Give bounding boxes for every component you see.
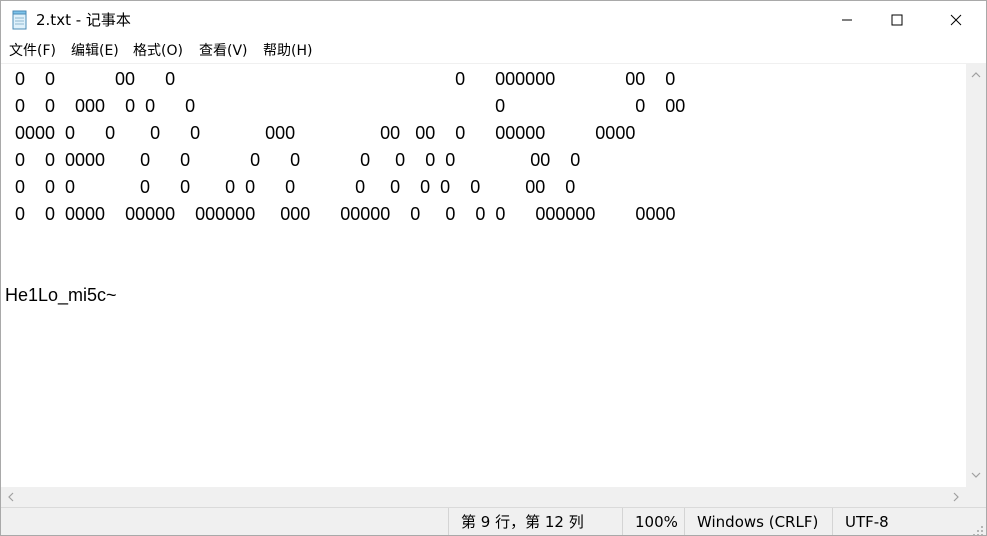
cursor-position: 第 9 行，第 12 列 bbox=[448, 508, 622, 535]
minimize-button[interactable] bbox=[824, 1, 870, 39]
vertical-scrollbar[interactable] bbox=[966, 63, 986, 487]
menu-help[interactable]: 帮助(H) bbox=[263, 41, 312, 61]
editor-line: 0 0 000 0 0 0 0 0 00 bbox=[5, 96, 686, 116]
scroll-up-icon[interactable] bbox=[966, 65, 986, 85]
title-bar[interactable]: 2.txt - 记事本 bbox=[1, 1, 986, 39]
minimize-icon bbox=[841, 11, 853, 30]
scroll-left-icon[interactable] bbox=[1, 487, 21, 507]
menu-edit[interactable]: 编辑(E) bbox=[71, 41, 119, 61]
menu-view[interactable]: 查看(V) bbox=[199, 41, 248, 61]
horizontal-scrollbar[interactable] bbox=[1, 487, 966, 507]
editor-line: 0 0 0000 00000 000000 000 00000 0 0 0 0 … bbox=[5, 204, 676, 224]
close-icon bbox=[950, 11, 962, 30]
window-title: 2.txt - 记事本 bbox=[36, 11, 131, 29]
menu-bar: 文件(F) 编辑(E) 格式(O) 查看(V) 帮助(H) bbox=[1, 39, 986, 63]
zoom-level: 100% bbox=[622, 508, 684, 535]
scrollbar-corner bbox=[966, 487, 986, 507]
text-editor[interactable]: 0 0 00 0 0 000000 00 0 0 0 000 0 0 0 0 0… bbox=[1, 63, 966, 488]
maximize-button[interactable] bbox=[874, 1, 920, 39]
editor-line: He1Lo_mi5c~ bbox=[5, 285, 117, 305]
editor-line: 0 0 0 0 0 0 0 0 0 0 0 0 0 00 0 bbox=[5, 177, 576, 197]
editor-line: 0 0 0000 0 0 0 0 0 0 0 0 00 0 bbox=[5, 150, 581, 170]
status-bar: 第 9 行，第 12 列 100% Windows (CRLF) UTF-8 bbox=[1, 507, 986, 535]
scroll-right-icon[interactable] bbox=[946, 487, 966, 507]
maximize-icon bbox=[891, 11, 903, 30]
menu-file[interactable]: 文件(F) bbox=[9, 41, 56, 61]
close-button[interactable] bbox=[933, 1, 979, 39]
notepad-icon bbox=[12, 10, 28, 30]
menu-format[interactable]: 格式(O) bbox=[133, 41, 183, 61]
resize-grip-icon[interactable] bbox=[972, 522, 984, 535]
editor-line: 0 0 00 0 0 000000 00 0 bbox=[5, 69, 676, 89]
editor-content[interactable]: 0 0 00 0 0 000000 00 0 0 0 000 0 0 0 0 0… bbox=[5, 66, 685, 309]
line-ending: Windows (CRLF) bbox=[684, 508, 832, 535]
encoding: UTF-8 bbox=[832, 508, 986, 535]
editor-line: 0000 0 0 0 0 000 00 00 0 00000 0000 bbox=[5, 123, 636, 143]
notepad-window: 2.txt - 记事本 文件(F) 编辑(E) 格式(O) 查看(V) 帮助(H… bbox=[0, 0, 987, 536]
scroll-down-icon[interactable] bbox=[966, 465, 986, 485]
